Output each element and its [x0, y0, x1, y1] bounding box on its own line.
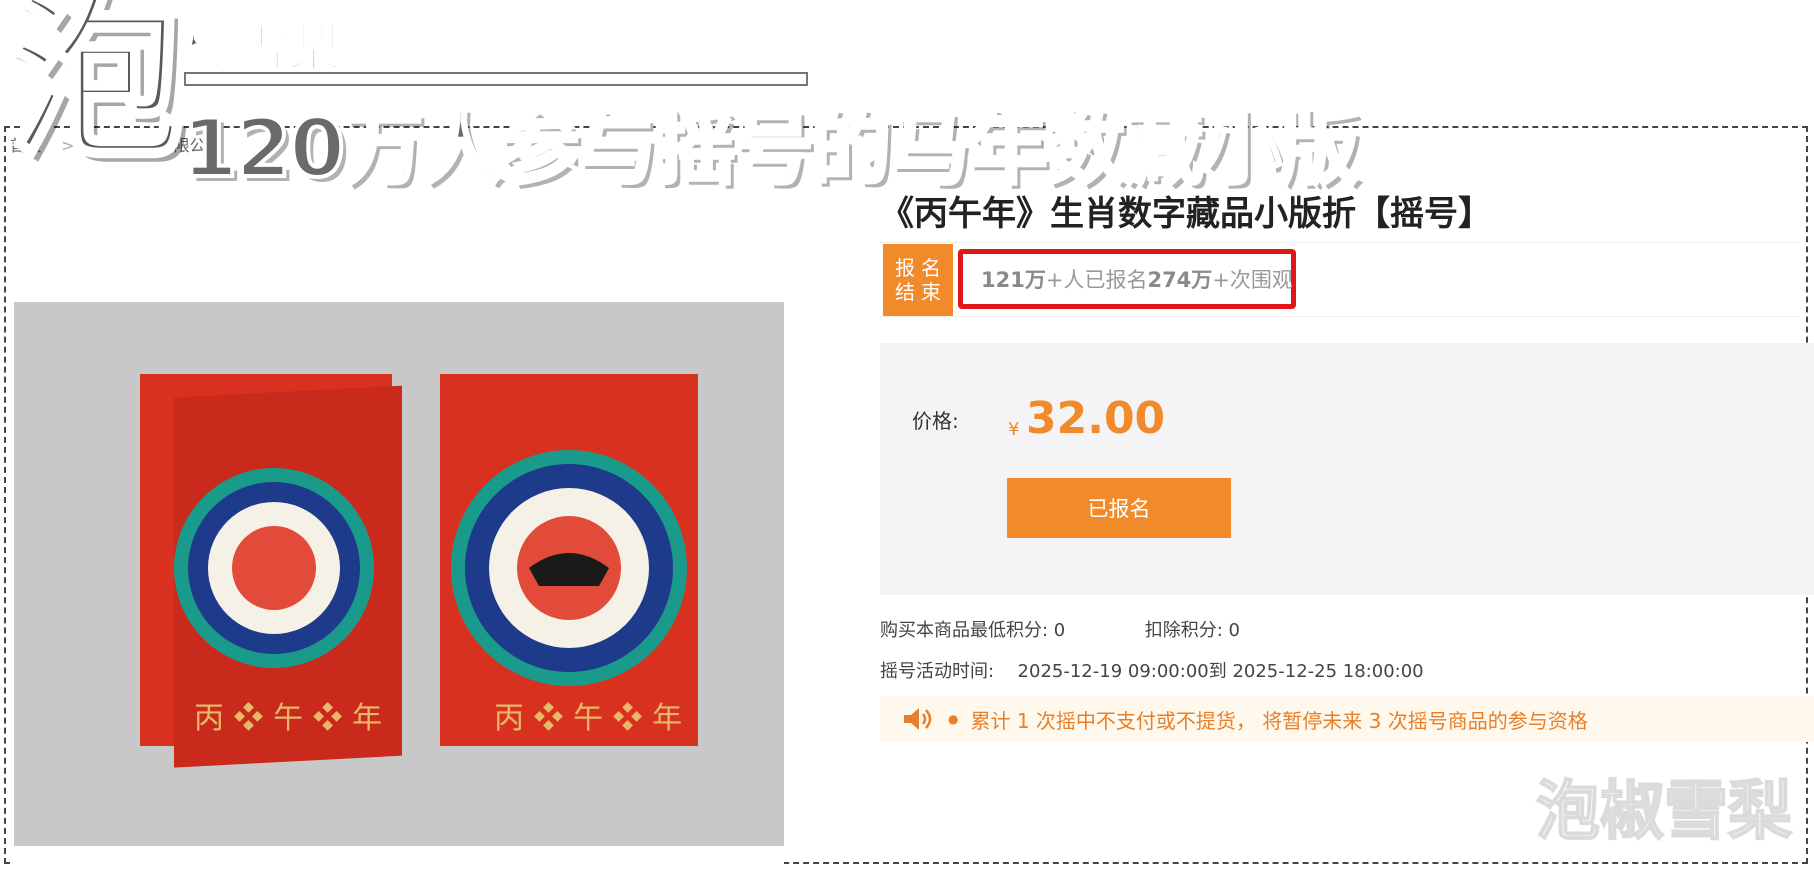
points-info: 购买本商品最低积分: 0 扣除积分: 0 — [880, 616, 1240, 642]
divider — [880, 316, 1800, 317]
bullet-icon: ● — [948, 712, 959, 726]
overlay-big-char: 泡 — [5, 0, 186, 182]
registered-button[interactable]: 已报名 — [1007, 478, 1231, 538]
product-image: 丙 ❖ 午 ❖ 年 丙 ❖ 午 ❖ 年 — [140, 374, 698, 768]
price-value: 32.00 — [1026, 393, 1166, 444]
watermark: 泡椒雪梨 — [1535, 774, 1793, 850]
price-label: 价格: — [912, 409, 959, 433]
lottery-time-label: 摇号活动时间: — [880, 661, 995, 682]
notice-text: 累计 1 次摇中不支付或不提货， 将暂停未来 3 次摇号商品的参与资格 — [970, 708, 1588, 733]
min-points: 购买本商品最低积分: 0 — [880, 620, 1066, 641]
registration-status-badge: 报名结束 — [883, 244, 953, 316]
divider — [880, 242, 1800, 243]
participation-stats: 121万 +人已报名 274万 +次围观 — [958, 249, 1296, 309]
lottery-time: 摇号活动时间: 2025-12-19 09:00:00到 2025-12-25 … — [880, 657, 1424, 683]
overlay-headline: 120万人参与摇号的马年数藏小版 — [180, 100, 1361, 197]
currency-symbol: ¥ — [1008, 419, 1020, 440]
registered-count: 121万 — [981, 268, 1046, 292]
product-gallery[interactable]: 丙 ❖ 午 ❖ 年 丙 ❖ 午 ❖ 年 — [14, 188, 784, 864]
lottery-time-value: 2025-12-19 09:00:00到 2025-12-25 18:00:00 — [1017, 661, 1424, 682]
price-panel: 价格: ¥ 32.00 已报名 — [880, 343, 1814, 595]
registered-suffix: +人已报名 — [1045, 268, 1148, 292]
overlay-author: 椒雪梨 — [183, 18, 341, 80]
badge-label: 报名结束 — [895, 256, 947, 304]
views-count: 274万 — [1147, 268, 1213, 292]
views-suffix: +次围观 — [1212, 268, 1293, 292]
card-text-left: 丙 ❖ 午 ❖ 年 — [194, 701, 382, 736]
deduct-points: 扣除积分: 0 — [1144, 620, 1240, 641]
card-text-right: 丙 ❖ 午 ❖ 年 — [494, 701, 682, 736]
notice-bar: ● 累计 1 次摇中不支付或不提货， 将暂停未来 3 次摇号商品的参与资格 — [880, 696, 1814, 742]
speaker-icon — [902, 706, 932, 732]
